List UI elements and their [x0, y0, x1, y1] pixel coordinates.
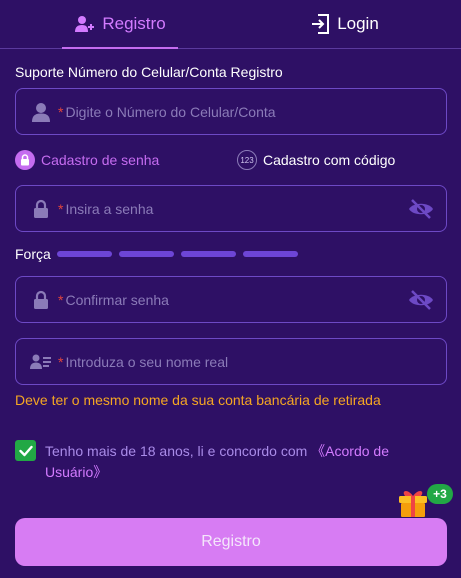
user-icon [30, 101, 52, 123]
strength-label: Força [15, 246, 51, 262]
register-submit-button[interactable]: Registro [15, 518, 447, 566]
mode-code-label: Cadastro com código [263, 152, 396, 168]
agreement-row: Tenho mais de 18 anos, li e concordo com… [15, 440, 435, 484]
agreement-checkbox[interactable] [15, 440, 36, 461]
tab-login-label: Login [337, 14, 379, 33]
password-strength: Força [15, 244, 305, 264]
mode-code-option[interactable]: 123 Cadastro com código [237, 150, 395, 170]
eye-off-icon[interactable] [408, 198, 434, 220]
tab-register[interactable]: Registro [62, 0, 178, 49]
confirm-placeholder: * Confirmar senha [58, 291, 169, 308]
numbers-icon: 123 [237, 150, 257, 170]
account-field[interactable]: * Digite o Número do Celular/Conta [15, 88, 447, 135]
strength-segment [118, 251, 174, 257]
name-warning: Deve ter o mesmo nome da sua conta bancá… [15, 392, 381, 408]
account-placeholder: * Digite o Número do Celular/Conta [58, 103, 276, 120]
user-plus-icon [74, 15, 95, 33]
register-mode-row: Cadastro de senha 123 Cadastro com códig… [15, 150, 447, 170]
strength-segment [56, 251, 112, 257]
section-label: Suporte Número do Celular/Conta Registro [15, 64, 283, 80]
confirm-password-field[interactable]: * Confirmar senha [15, 276, 447, 323]
eye-off-icon[interactable] [408, 289, 434, 311]
strength-segment [180, 251, 236, 257]
id-card-icon [30, 351, 52, 373]
strength-segment [242, 251, 298, 257]
tab-register-label: Registro [102, 14, 166, 33]
agreement-text: Tenho mais de 18 anos, li e concordo com… [45, 443, 389, 480]
real-name-placeholder: * Introduza o seu nome real [58, 353, 229, 370]
tab-login[interactable]: Login [300, 0, 390, 48]
real-name-field[interactable]: * Introduza o seu nome real [15, 338, 447, 385]
password-field[interactable]: * Insira a senha [15, 185, 447, 232]
password-placeholder: * Insira a senha [58, 200, 154, 217]
login-icon [311, 14, 330, 34]
auth-tabs: Registro Login [0, 0, 461, 49]
lock-icon [30, 289, 52, 311]
lock-circle-icon [15, 150, 35, 170]
mode-password-option[interactable]: Cadastro de senha [15, 150, 159, 170]
gift-badge: +3 [427, 484, 453, 504]
gift-bonus[interactable]: +3 [397, 482, 453, 518]
mode-password-label: Cadastro de senha [41, 152, 160, 168]
lock-icon [30, 198, 52, 220]
